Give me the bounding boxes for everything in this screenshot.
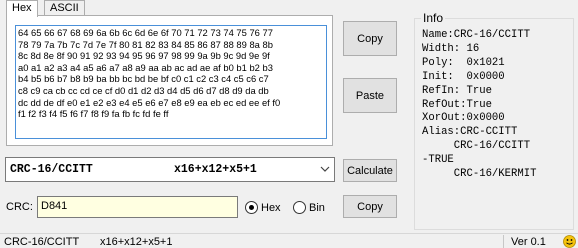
status-bar: CRC-16/CCITT x16+x12+x5+1 Ver 0.1 [0,233,578,248]
algorithm-select[interactable]: CRC-16/CCITT x16+x12+x5+1 [5,157,335,182]
status-polynomial: x16+x12+x5+1 [100,236,173,248]
info-line: Poly: 0x1021 [422,56,505,69]
info-line: -TRUE [422,154,454,167]
hex-line: f1 f2 f3 f4 f5 f6 f7 f8 f9 fa fb fc fd f… [18,108,169,120]
hex-line: b4 b5 b6 b7 b8 b9 ba bb bc bd be bf c0 c… [18,73,269,85]
info-line: Init: 0x0000 [422,70,505,83]
info-line: RefOut:True [422,98,492,111]
bin-radio-circle[interactable] [293,201,306,214]
tab-hex[interactable]: Hex [6,0,38,17]
info-text: Name:CRC-16/CCITT Width: 16 Poly: 0x1021 In… [422,29,536,182]
info-line: RefIn: True [422,84,492,97]
hex-line: 64 65 66 67 68 69 6a 6b 6c 6d 6e 6f 70 7… [18,27,273,38]
bin-radio[interactable]: Bin [293,201,325,214]
paste-button[interactable]: Paste [343,78,397,113]
info-line: Width: 16 [422,42,480,55]
info-line: XorOut:0x0000 [422,112,505,125]
info-title: Info [421,11,446,25]
smiley-face-icon [563,235,576,248]
hex-tab-panel: 64 65 66 67 68 69 6a 6b 6c 6d 6e 6f 70 7… [6,15,333,146]
hex-radio[interactable]: Hex [245,201,281,214]
hex-line: dc dd de df e0 e1 e2 e3 e4 e5 e6 e7 e8 e… [18,96,281,108]
status-version: Ver 0.1 [511,236,546,248]
algorithm-polynomial: x16+x12+x5+1 [174,163,257,176]
hex-line: 8c 8d 8e 8f 90 91 92 93 94 95 96 97 98 9… [18,50,270,62]
crc-label: CRC: [6,201,33,213]
status-algorithm: CRC-16/CCITT [4,236,80,248]
info-line: CRC-16/CCITT [422,140,531,153]
algorithm-name: CRC-16/CCITT [10,163,93,176]
chevron-down-icon [320,166,330,172]
copy-input-button[interactable]: Copy [343,21,397,56]
hex-radio-circle[interactable] [245,201,258,214]
hex-line: 78 79 7a 7b 7c 7d 7e 7f 80 81 82 83 84 8… [18,38,273,50]
info-line: Alias:CRC-CCITT [422,126,518,139]
crc-result-field[interactable]: D841 [37,196,238,218]
bin-radio-label: Bin [309,201,325,214]
info-line: Name:CRC-16/CCITT [422,29,531,41]
hex-input-area[interactable]: 64 65 66 67 68 69 6a 6b 6c 6d 6e 6f 70 7… [15,25,327,139]
tab-ascii[interactable]: ASCII [44,0,85,16]
copy-crc-button[interactable]: Copy [343,195,397,218]
info-line: CRC-16/KERMIT [422,168,537,181]
hex-radio-label: Hex [261,201,281,214]
hex-line: c8 c9 ca cb cc cd ce cf d0 d1 d2 d3 d4 d… [18,84,269,96]
hex-line: a0 a1 a2 a3 a4 a5 a6 a7 a8 a9 aa ab ac a… [18,61,273,73]
calculate-button[interactable]: Calculate [343,159,397,182]
status-divider [503,235,504,248]
